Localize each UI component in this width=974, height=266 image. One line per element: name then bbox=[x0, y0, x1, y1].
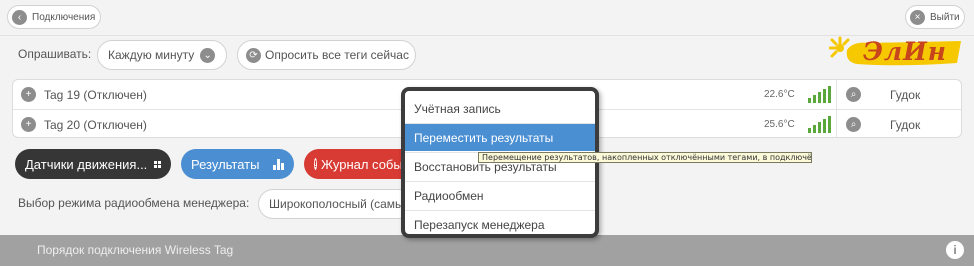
poll-all-label: Опросить все теги сейчас bbox=[265, 48, 409, 62]
results-button[interactable]: Результаты bbox=[181, 149, 294, 179]
tag-name: Tag 20 (Отключен) bbox=[44, 118, 147, 132]
chevron-down-icon: ⌄ bbox=[200, 47, 216, 63]
tag-name: Tag 19 (Отключен) bbox=[44, 88, 147, 102]
row-divider bbox=[836, 110, 837, 137]
bar-chart-icon bbox=[273, 158, 284, 170]
chevron-left-icon: ‹ bbox=[12, 9, 27, 25]
logout-button-label: Выйти bbox=[930, 11, 960, 23]
logo-text: ЭлИн bbox=[863, 37, 948, 66]
footer-bar: Порядок подключения Wireless Tag i bbox=[0, 235, 974, 266]
results-label: Результаты bbox=[191, 156, 260, 172]
motion-sensors-button[interactable]: Датчики движения... bbox=[15, 149, 171, 179]
event-log-label: Журнал собы bbox=[321, 156, 403, 172]
plus-icon[interactable]: + bbox=[21, 117, 36, 132]
close-icon: × bbox=[910, 9, 925, 25]
signal-icon bbox=[808, 115, 831, 133]
refresh-icon: ⟳ bbox=[246, 47, 261, 63]
logout-button[interactable]: × Выйти bbox=[905, 5, 965, 29]
event-log-button[interactable]: ! Журнал собы bbox=[304, 149, 403, 179]
connections-button-label: Подключения bbox=[32, 11, 96, 23]
menu-item-account[interactable]: Учётная запись bbox=[405, 95, 595, 123]
tag-temperature: 22.6°C bbox=[764, 89, 795, 100]
header-divider bbox=[0, 35, 974, 36]
tag-temperature: 25.6°C bbox=[764, 119, 795, 130]
menu-item-radio[interactable]: Радиообмен bbox=[405, 181, 595, 209]
info-icon[interactable]: i bbox=[946, 241, 964, 259]
menu-item-move-results[interactable]: Переместить результаты bbox=[405, 123, 595, 151]
row-divider bbox=[836, 80, 837, 109]
radio-mode-value: Широкополосный (самы bbox=[269, 197, 404, 211]
warning-icon: ! bbox=[314, 158, 317, 170]
radio-mode-select[interactable]: Широкополосный (самы bbox=[258, 189, 408, 219]
poll-interval-value: Каждую минуту bbox=[108, 48, 195, 62]
search-icon[interactable]: ⌕ bbox=[846, 117, 861, 132]
signal-icon bbox=[808, 85, 831, 103]
poll-interval-select[interactable]: Каждую минуту ⌄ bbox=[97, 40, 227, 70]
grid-icon bbox=[154, 160, 161, 168]
beep-button[interactable]: Гудок bbox=[890, 118, 920, 132]
poll-all-button[interactable]: ⟳ Опросить все теги сейчас bbox=[237, 40, 416, 70]
motion-sensors-label: Датчики движения... bbox=[25, 156, 148, 172]
radio-mode-label: Выбор режима радиообмена менеджера: bbox=[18, 196, 250, 210]
move-results-tooltip: Перемещение результатов, накопленных отк… bbox=[478, 152, 812, 163]
beep-button[interactable]: Гудок bbox=[890, 88, 920, 102]
footer-link[interactable]: Порядок подключения Wireless Tag bbox=[37, 243, 233, 257]
search-icon[interactable]: ⌕ bbox=[846, 87, 861, 102]
menu-item-restart-manager[interactable]: Перезапуск менеджера bbox=[405, 210, 595, 234]
plus-icon[interactable]: + bbox=[21, 87, 36, 102]
connections-button[interactable]: ‹ Подключения bbox=[7, 5, 101, 29]
polling-label: Опрашивать: bbox=[18, 47, 92, 61]
brand-logo: ЭлИн bbox=[828, 36, 963, 67]
